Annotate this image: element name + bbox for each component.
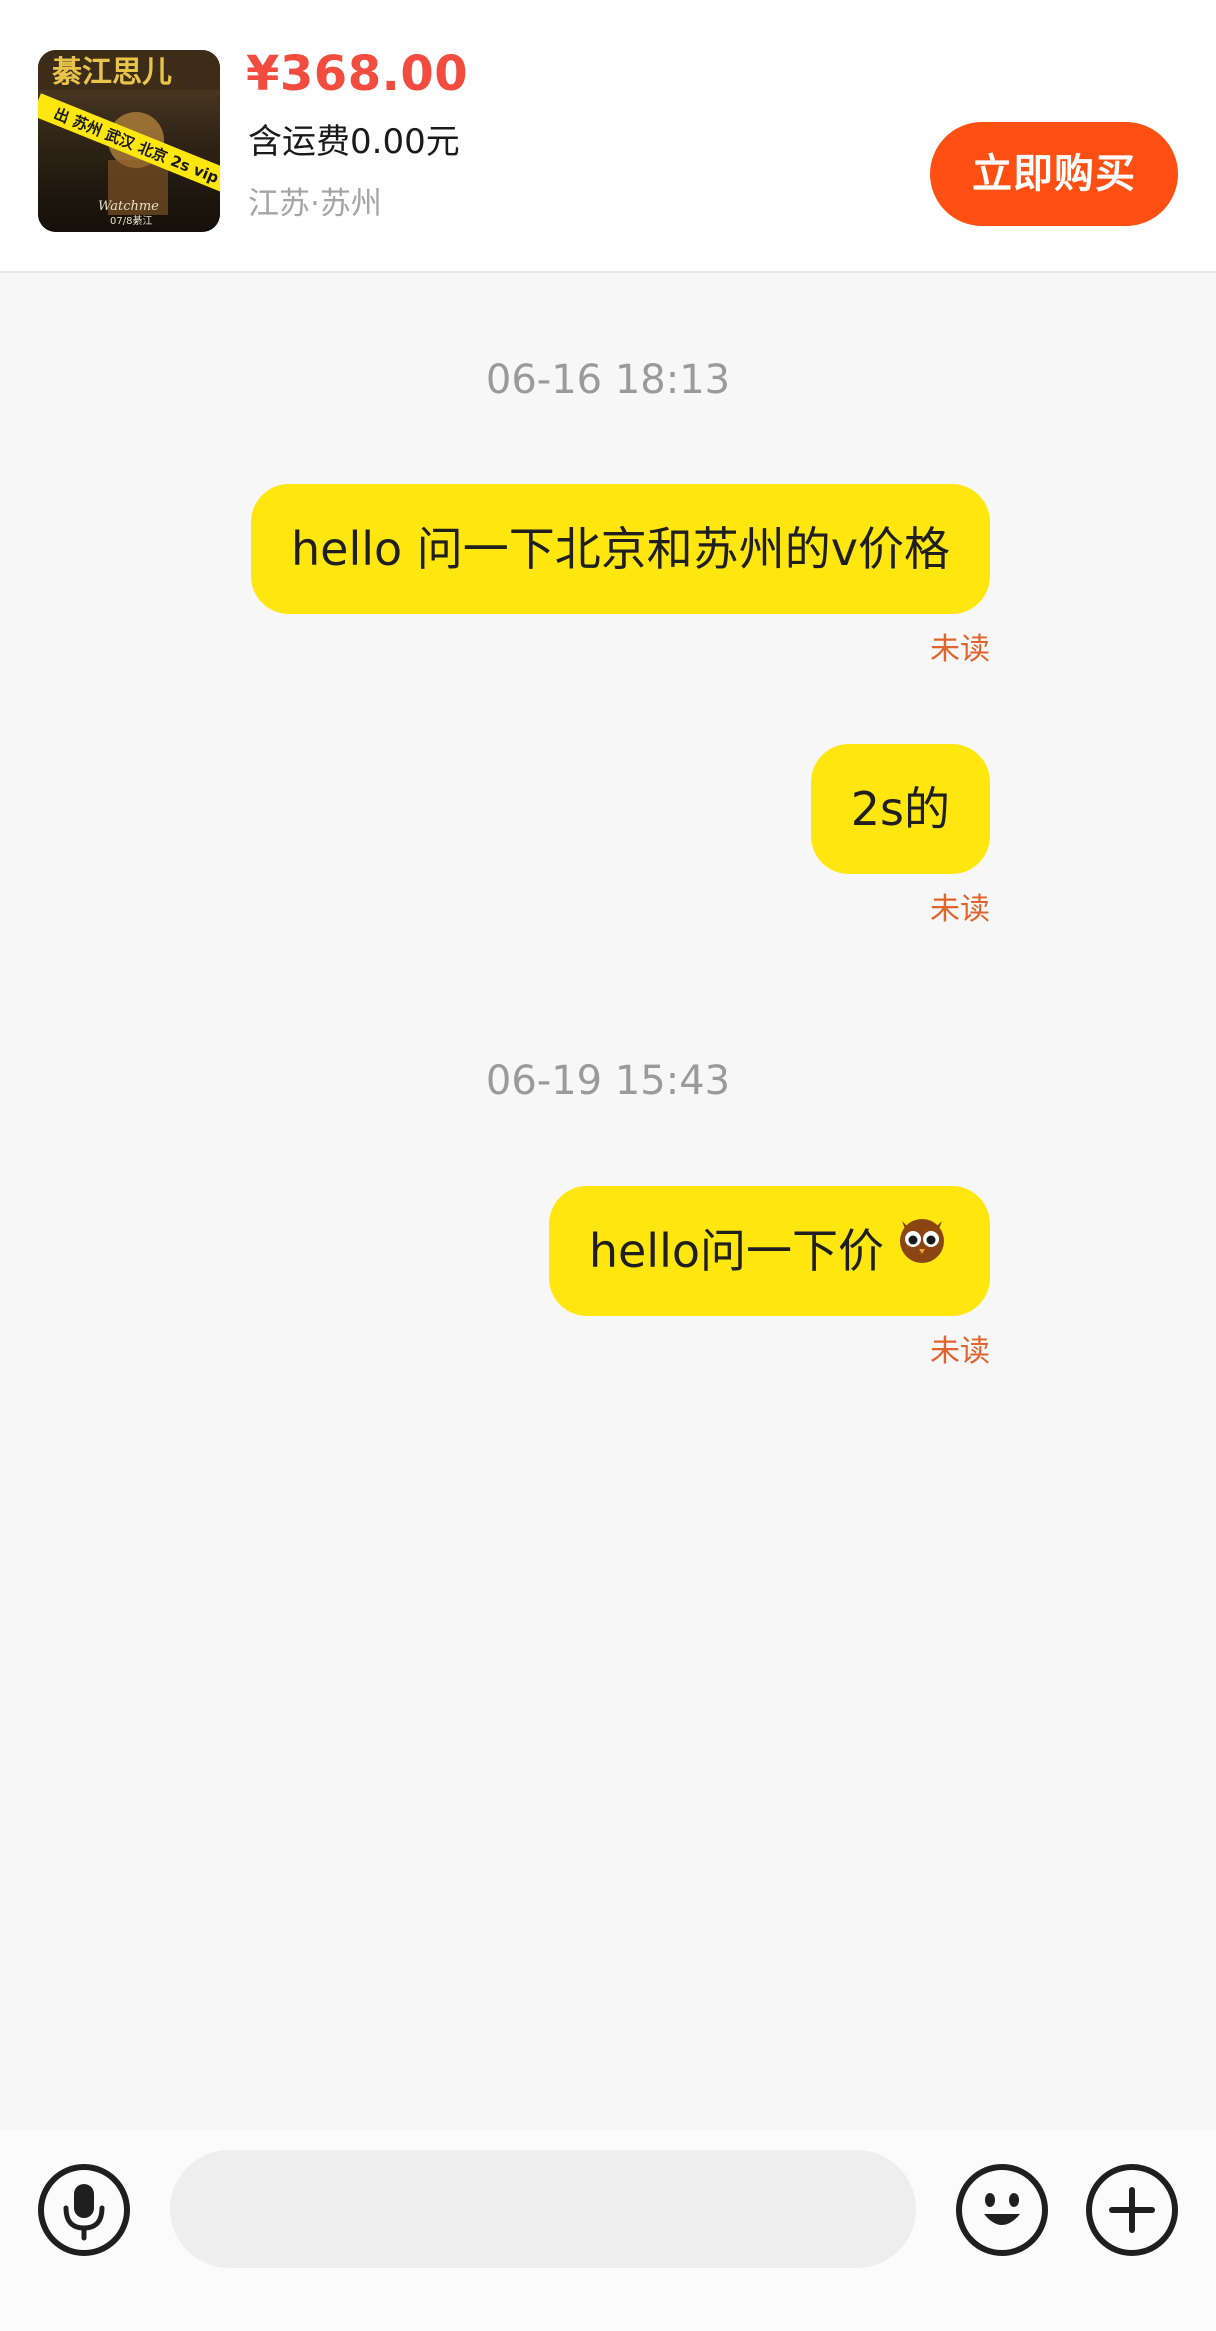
chat-screen: 綦江思儿 出 苏州 武汉 北京 2s vip Watchme 07/8綦江 ¥3… xyxy=(0,0,1216,2331)
product-price: ¥368.00 xyxy=(246,46,469,102)
message-timestamp: 06-16 18:13 xyxy=(485,357,731,403)
product-card[interactable]: 綦江思儿 出 苏州 武汉 北京 2s vip Watchme 07/8綦江 ¥3… xyxy=(0,0,1216,273)
message-text: hello问一下价 xyxy=(588,1224,884,1278)
message-bubble[interactable]: 2s的 xyxy=(810,744,990,874)
input-bar xyxy=(0,2130,1216,2331)
svg-text:Watchme: Watchme xyxy=(98,199,159,214)
message-input[interactable] xyxy=(170,2150,916,2268)
smiley-icon xyxy=(984,2193,1020,2225)
plus-icon xyxy=(1109,2187,1155,2233)
message-bubble[interactable]: hello 问一下北京和苏州的v价格 xyxy=(250,484,990,614)
shipping-fee: 含运费0.00元 xyxy=(248,122,460,162)
unread-status: 未读 xyxy=(930,632,990,667)
unread-status: 未读 xyxy=(930,892,990,927)
unread-status: 未读 xyxy=(930,1334,990,1369)
svg-text:綦江思儿: 綦江思儿 xyxy=(52,55,172,90)
owl-emoji-icon xyxy=(894,1186,950,1316)
buy-now-button[interactable]: 立即购买 xyxy=(930,122,1178,226)
svg-text:07/8綦江: 07/8綦江 xyxy=(110,214,152,227)
seller-location: 江苏·苏州 xyxy=(248,186,382,222)
product-thumbnail[interactable]: 綦江思儿 出 苏州 武汉 北京 2s vip Watchme 07/8綦江 xyxy=(38,50,220,232)
more-button[interactable] xyxy=(1086,2164,1178,2256)
message-bubble[interactable]: hello问一下价 xyxy=(548,1186,990,1316)
poster-image: 綦江思儿 出 苏州 武汉 北京 2s vip Watchme 07/8綦江 xyxy=(38,50,220,232)
microphone-icon xyxy=(63,2184,105,2241)
message-timestamp: 06-19 15:43 xyxy=(485,1058,731,1104)
voice-button[interactable] xyxy=(38,2164,130,2256)
emoji-button[interactable] xyxy=(956,2164,1048,2256)
